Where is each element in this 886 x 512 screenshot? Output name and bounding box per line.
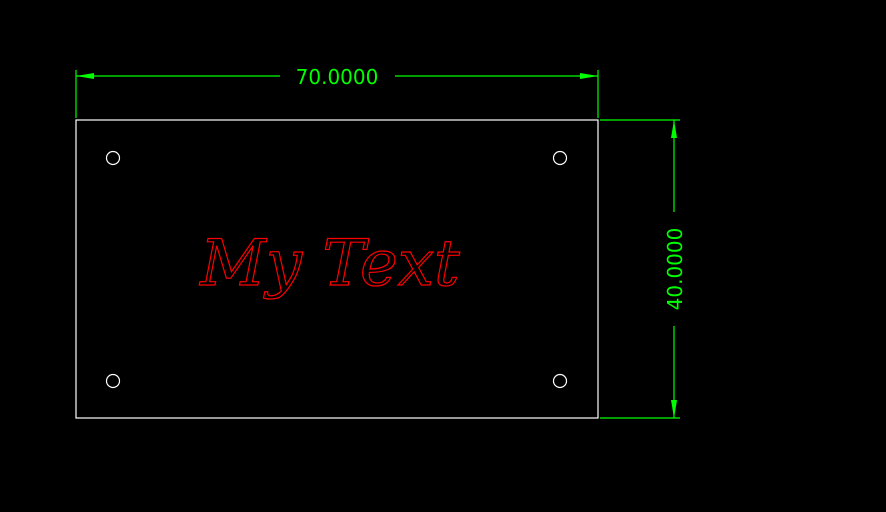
width-dimension-label: 70.0000	[296, 65, 379, 89]
height-dimension: 40.0000	[600, 119, 687, 419]
width-dimension: 70.0000	[75, 65, 599, 118]
engraving-text: My Text	[199, 227, 460, 301]
width-arrow-right	[580, 73, 598, 79]
height-dimension-label: 40.0000	[663, 228, 687, 311]
height-arrow-bottom	[671, 400, 677, 418]
cad-drawing-svg: My Text 70.0000 40.0000	[75, 65, 687, 419]
height-arrow-top	[671, 120, 677, 138]
width-arrow-left	[76, 73, 94, 79]
mounting-hole-top-right	[552, 150, 568, 166]
mounting-hole-top-left	[105, 150, 121, 166]
cad-drawing-canvas: My Text 70.0000 40.0000	[0, 0, 886, 512]
mounting-hole-bottom-left	[105, 373, 121, 389]
mounting-hole-bottom-right	[552, 373, 568, 389]
